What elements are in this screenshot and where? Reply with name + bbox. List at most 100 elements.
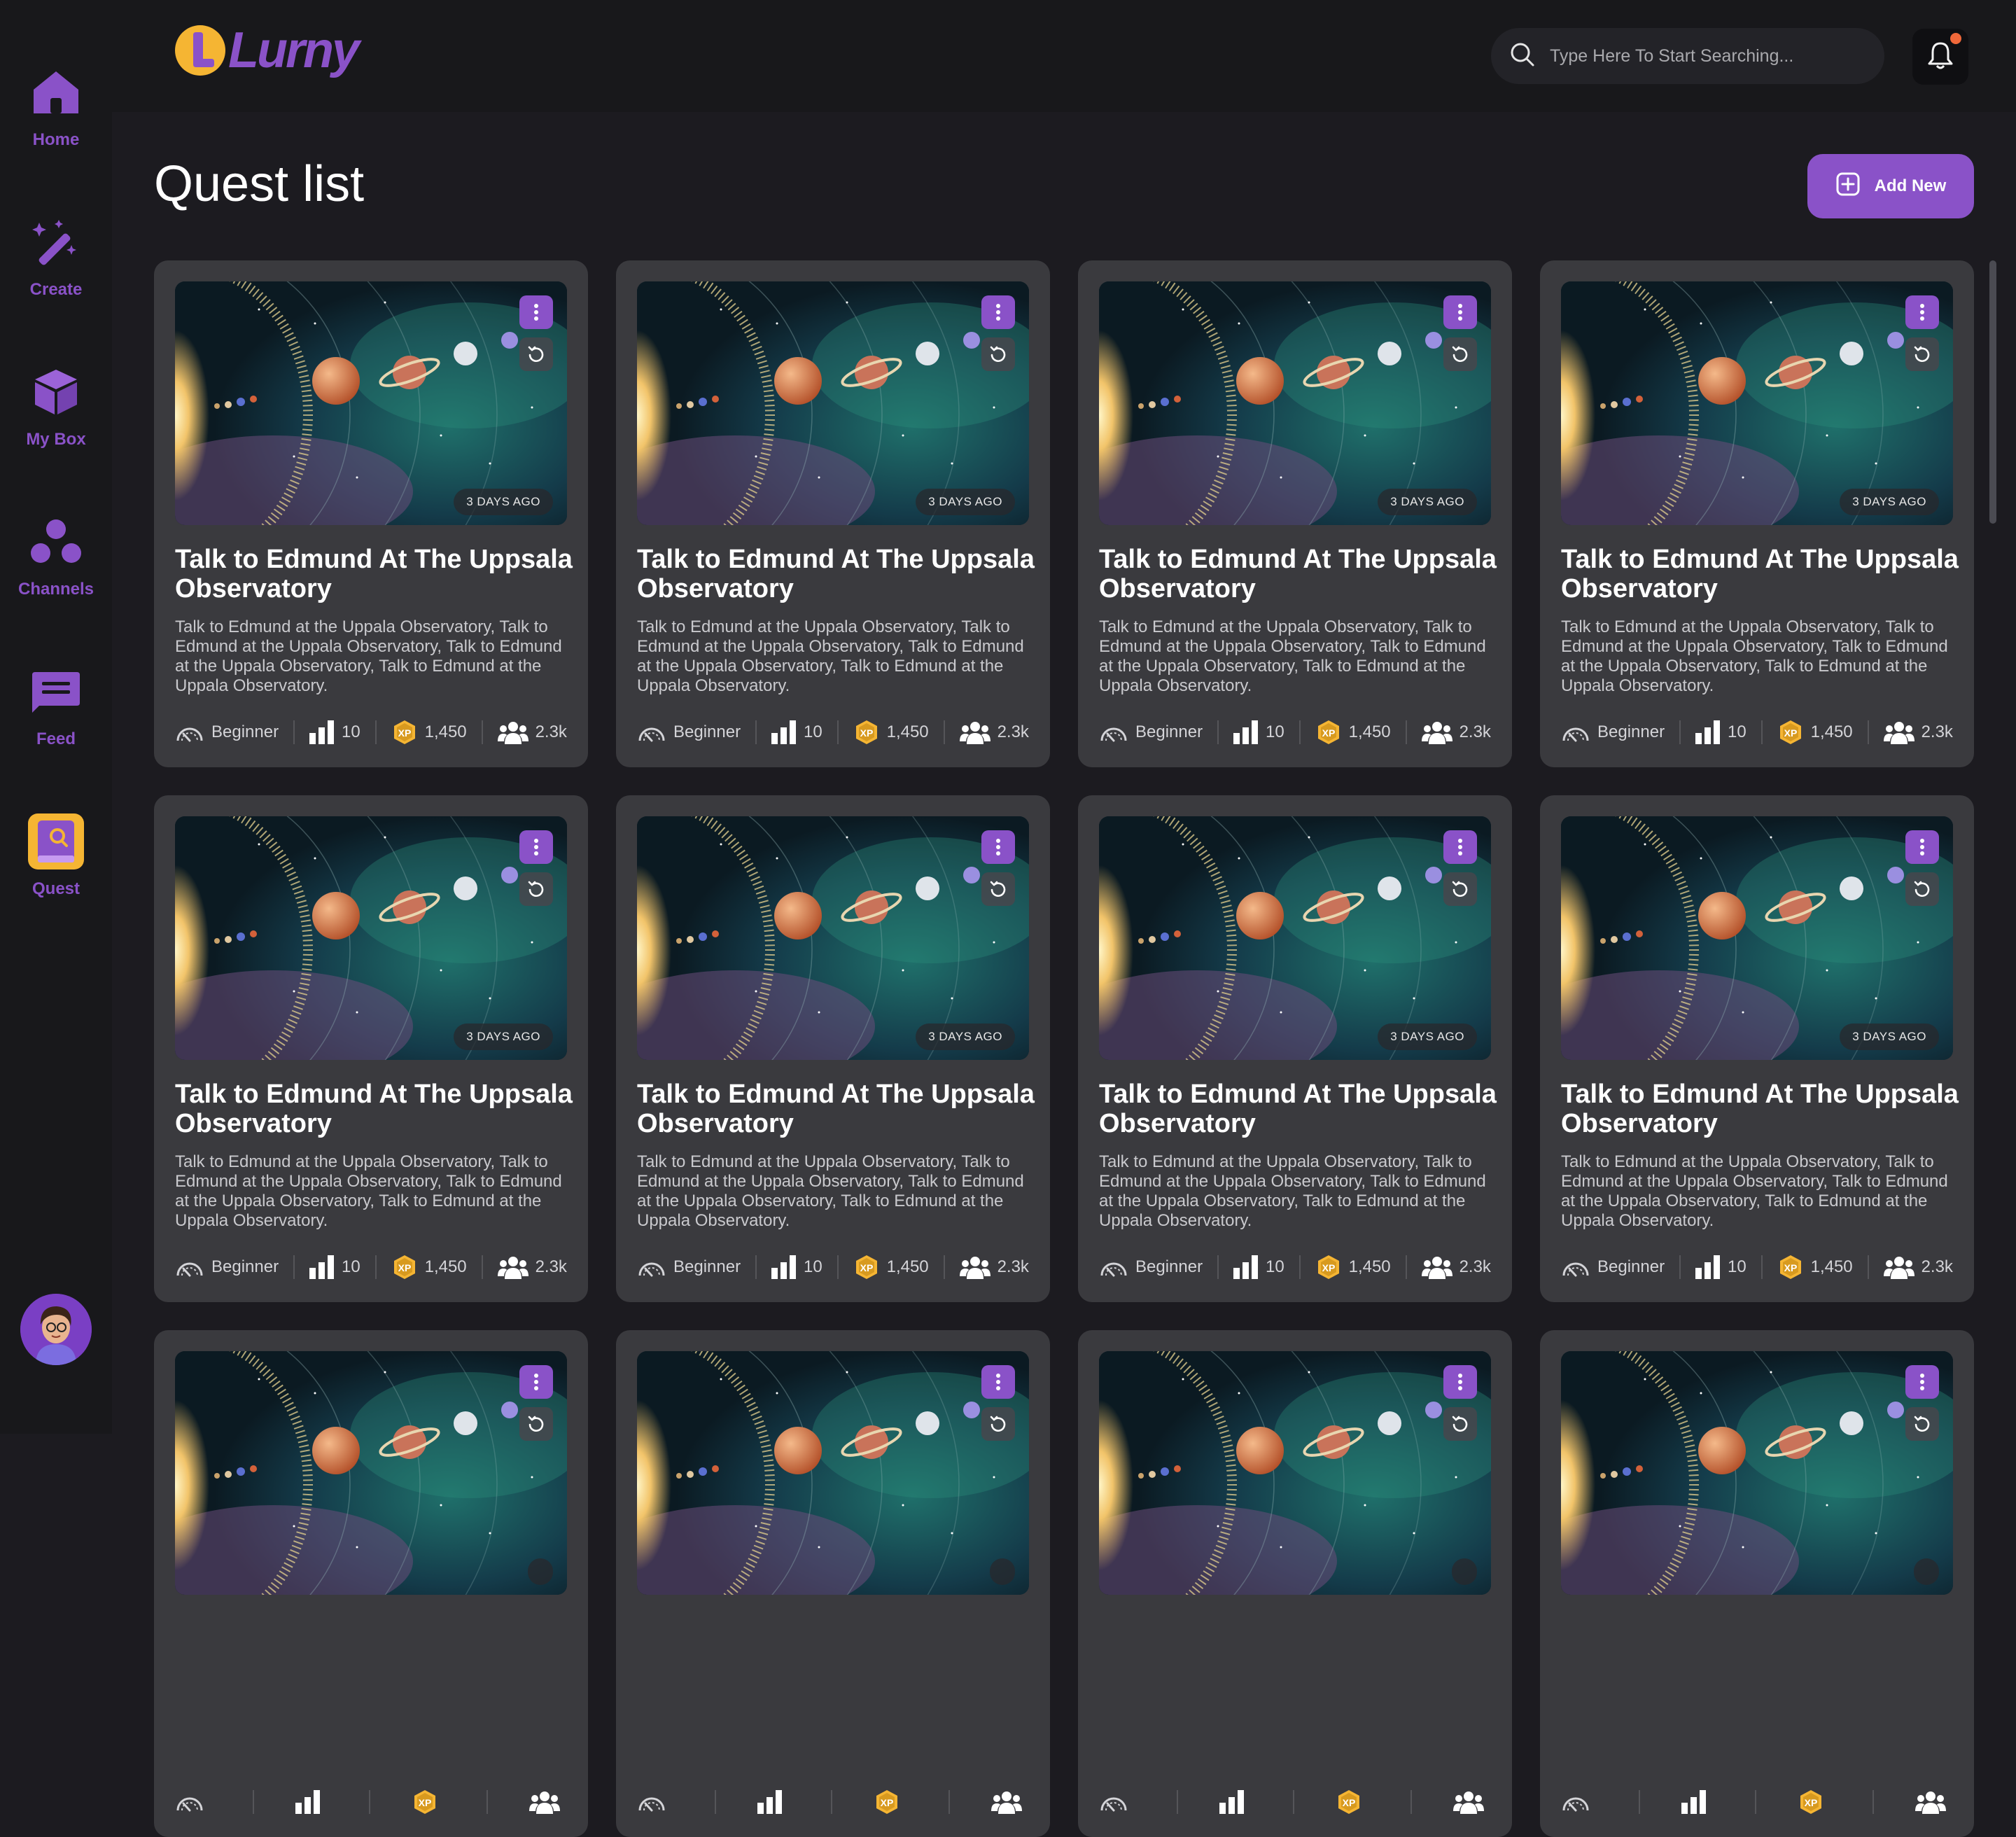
level-stat: Beginner (1099, 721, 1203, 743)
app-logo[interactable]: Lurny (175, 22, 360, 78)
card-menu-button[interactable] (519, 1365, 553, 1399)
time-ago-badge (1452, 1558, 1477, 1585)
bar-chart-icon (1681, 1790, 1707, 1814)
quest-stats: XP (637, 1788, 1029, 1816)
card-refresh-button[interactable] (1443, 872, 1477, 906)
notifications-button[interactable] (1912, 29, 1968, 85)
time-ago-badge: 3 DAYS AGO (1840, 1024, 1939, 1050)
card-refresh-button[interactable] (981, 872, 1015, 906)
quest-card[interactable]: 3 DAYS AGO Talk to Edmund At The Uppsala… (616, 260, 1050, 767)
scrollbar-thumb[interactable] (1989, 260, 1996, 524)
time-ago-badge: 3 DAYS AGO (1840, 489, 1939, 515)
xp-stat: XP 1,450 (391, 1254, 467, 1280)
nav-item-my-box[interactable]: My Box (0, 364, 112, 469)
quest-card[interactable]: 3 DAYS AGO Talk to Edmund At The Uppsala… (154, 260, 588, 767)
quest-card[interactable]: 3 DAYS AGO Talk to Edmund At The Uppsala… (616, 795, 1050, 1302)
quest-card[interactable]: 3 DAYS AGO Talk to Edmund At The Uppsala… (1540, 260, 1974, 767)
xp-stat: XP 1,450 (1315, 1254, 1391, 1280)
quest-thumbnail: 3 DAYS AGO (637, 816, 1029, 1060)
card-menu-button[interactable] (981, 295, 1015, 329)
gauge-icon (1099, 721, 1128, 743)
card-refresh-button[interactable] (981, 1407, 1015, 1441)
card-refresh-button[interactable] (519, 872, 553, 906)
stat-divider (831, 1790, 832, 1814)
card-refresh-button[interactable] (1443, 1407, 1477, 1441)
xp-value: 1,450 (1810, 1257, 1853, 1276)
quest-card[interactable]: XP (616, 1330, 1050, 1837)
players-value: 2.3k (1459, 722, 1491, 741)
bar-chart-icon (1233, 720, 1259, 744)
xp-value: 1,450 (886, 1257, 929, 1276)
quest-stats: XP (1099, 1788, 1491, 1816)
stat-divider (1298, 720, 1301, 744)
quest-card[interactable]: 3 DAYS AGO Talk to Edmund At The Uppsala… (154, 795, 588, 1302)
card-refresh-button[interactable] (1905, 1407, 1939, 1441)
refresh-icon (526, 879, 546, 899)
search-bar[interactable] (1491, 28, 1884, 84)
level-stat (175, 1791, 211, 1813)
card-refresh-button[interactable] (1443, 337, 1477, 371)
quest-stats: Beginner 10 XP 1,450 2.3k (175, 718, 567, 746)
more-vertical-icon (1457, 303, 1463, 321)
nav-item-feed[interactable]: Feed (0, 664, 112, 769)
more-vertical-icon (533, 838, 539, 856)
card-refresh-button[interactable] (519, 1407, 553, 1441)
quest-card[interactable]: XP (154, 1330, 588, 1837)
quest-card[interactable]: XP (1078, 1330, 1512, 1837)
refresh-icon (988, 344, 1008, 364)
quest-card[interactable]: 3 DAYS AGO Talk to Edmund At The Uppsala… (1540, 795, 1974, 1302)
card-menu-button[interactable] (1443, 295, 1477, 329)
players-stat (1453, 1790, 1491, 1814)
players-stat: 2.3k (959, 1255, 1029, 1279)
card-menu-button[interactable] (1443, 1365, 1477, 1399)
card-menu-button[interactable] (1905, 295, 1939, 329)
stat-divider (1760, 1255, 1763, 1279)
nav-item-home[interactable]: Home (0, 64, 112, 169)
add-new-button[interactable]: Add New (1807, 154, 1974, 218)
more-vertical-icon (533, 1373, 539, 1391)
xp-stat: XP 1,450 (1777, 719, 1853, 746)
card-menu-button[interactable] (1443, 830, 1477, 864)
more-vertical-icon (995, 838, 1001, 856)
search-input[interactable] (1550, 46, 1858, 67)
xp-stat: XP 1,450 (853, 719, 929, 746)
nav-item-channels[interactable]: Channels (0, 514, 112, 619)
card-menu-button[interactable] (519, 295, 553, 329)
card-menu-button[interactable] (519, 830, 553, 864)
quest-stats: Beginner 10 XP 1,450 2.3k (637, 1253, 1029, 1281)
stat-divider (1293, 1790, 1294, 1814)
nav-item-quest[interactable]: Quest (0, 813, 112, 918)
stat-divider (1217, 1255, 1219, 1279)
time-ago-badge: 3 DAYS AGO (454, 489, 553, 515)
card-refresh-button[interactable] (519, 337, 553, 371)
quest-card[interactable]: 3 DAYS AGO Talk to Edmund At The Uppsala… (1078, 795, 1512, 1302)
card-menu-button[interactable] (981, 1365, 1015, 1399)
more-vertical-icon (1919, 1373, 1925, 1391)
users-icon (497, 720, 528, 744)
nav-item-create[interactable]: Create (0, 214, 112, 319)
stat-divider (1867, 1255, 1869, 1279)
svg-text:XP: XP (398, 727, 411, 739)
card-refresh-button[interactable] (981, 337, 1015, 371)
card-menu-button[interactable] (1905, 830, 1939, 864)
xp-coin-icon: XP (1777, 1254, 1804, 1280)
card-menu-button[interactable] (1905, 1365, 1939, 1399)
channels-icon (28, 514, 84, 570)
quest-book-icon (28, 813, 84, 869)
more-vertical-icon (1919, 838, 1925, 856)
card-menu-button[interactable] (981, 830, 1015, 864)
card-refresh-button[interactable] (1905, 337, 1939, 371)
quest-card[interactable]: XP (1540, 1330, 1974, 1837)
quest-stats: XP (175, 1788, 567, 1816)
card-refresh-button[interactable] (1905, 872, 1939, 906)
user-avatar[interactable] (20, 1294, 92, 1365)
players-value: 2.3k (535, 722, 567, 741)
bar-chart-icon (1695, 720, 1721, 744)
add-new-label: Add New (1874, 176, 1947, 195)
quest-thumbnail (1561, 1351, 1953, 1595)
logo-text: Lurny (228, 22, 360, 78)
quest-card[interactable]: 3 DAYS AGO Talk to Edmund At The Uppsala… (1078, 260, 1512, 767)
bar-chart-icon (771, 720, 797, 744)
feed-icon (28, 664, 84, 720)
nav-label-feed: Feed (36, 729, 76, 748)
